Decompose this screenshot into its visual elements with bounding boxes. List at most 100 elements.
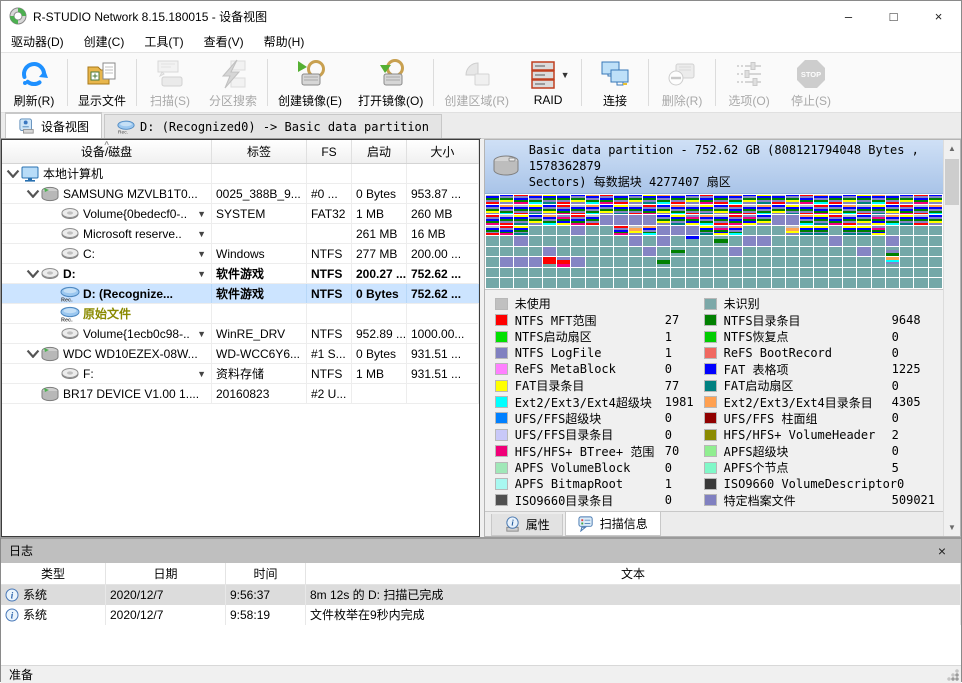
device-row-本地计算机[interactable]: 本地计算机 xyxy=(2,164,479,184)
scan-block xyxy=(500,257,513,266)
legend-label: HFS/HFS+ VolumeHeader xyxy=(724,428,892,442)
expander-chevron-icon[interactable] xyxy=(26,269,40,278)
legend-swatch xyxy=(495,412,508,424)
scan-block xyxy=(714,226,727,235)
log-column-header-2[interactable]: 时间 xyxy=(226,563,306,584)
resize-grip-icon[interactable] xyxy=(947,669,959,681)
column-header-4[interactable]: 大小 xyxy=(407,140,479,163)
view-tab-0[interactable]: 设备视图 xyxy=(5,112,102,138)
scrollbar-track[interactable] xyxy=(944,157,960,519)
device-row-D:[interactable]: D:▼软件游戏NTFS200.27 ...752.62 ... xyxy=(2,264,479,284)
device-row-BR17-DEVICE-V1.00-1....[interactable]: BR17 DEVICE V1.00 1....20160823#2 U... xyxy=(2,384,479,404)
scan-block xyxy=(843,278,856,287)
legend-count: 0 xyxy=(665,362,672,376)
toolbar-button-连接[interactable]: 连接 xyxy=(584,53,646,112)
scan-block xyxy=(886,195,899,204)
row-dropdown-icon[interactable]: ▼ xyxy=(197,329,206,339)
row-dropdown-icon[interactable]: ▼ xyxy=(197,229,206,239)
cell-size xyxy=(407,384,479,403)
cell-size xyxy=(407,164,479,183)
info-tab-1[interactable]: 扫描信息 xyxy=(565,512,661,536)
scan-block xyxy=(843,268,856,277)
row-dropdown-icon[interactable]: ▼ xyxy=(197,269,206,279)
log-close-icon[interactable]: × xyxy=(931,543,953,559)
legend-swatch xyxy=(495,494,508,506)
legend-label: UFS/FFS目录条目 xyxy=(515,426,665,443)
scan-block xyxy=(629,215,642,224)
cell-fs xyxy=(307,164,352,183)
expander-chevron-icon[interactable] xyxy=(6,169,20,178)
row-dropdown-icon[interactable]: ▼ xyxy=(197,249,206,259)
open-image-icon xyxy=(375,58,407,90)
scan-block xyxy=(629,257,642,266)
menu-item-3[interactable]: 查看(V) xyxy=(194,31,254,52)
log-column-header-0[interactable]: 类型 xyxy=(1,563,106,584)
scan-block xyxy=(929,278,942,287)
cell-start: 0 Bytes xyxy=(352,284,407,303)
scrollbar-thumb[interactable] xyxy=(945,159,959,205)
toolbar-button-显示文件[interactable]: 显示文件 xyxy=(70,53,134,112)
row-dropdown-icon[interactable]: ▼ xyxy=(197,209,206,219)
menu-item-0[interactable]: 驱动器(D) xyxy=(1,31,74,52)
cell-start xyxy=(352,384,407,403)
device-row-C:[interactable]: C:▼WindowsNTFS277 MB200.00 ... xyxy=(2,244,479,264)
column-header-0[interactable]: ∧设备/磁盘 xyxy=(2,140,212,163)
toolbar-button-刷新R[interactable]: 刷新(R) xyxy=(3,53,65,112)
legend-count: 0 xyxy=(892,346,899,360)
legend-count: 0 xyxy=(892,379,899,393)
maximize-button[interactable]: □ xyxy=(871,1,916,31)
info-tab-0[interactable]: i属性 xyxy=(491,514,563,536)
scan-block xyxy=(786,257,799,266)
device-row-SAMSUNG-MZVLB1T0...[interactable]: SAMSUNG MZVLB1T0...0025_388B_9...#0 ...0… xyxy=(2,184,479,204)
scan-block xyxy=(814,195,827,204)
log-date: 2020/12/7 xyxy=(106,585,226,605)
partition-icon xyxy=(60,246,80,262)
log-column-header-1[interactable]: 日期 xyxy=(106,563,226,584)
toolbar-button-创建镜像E[interactable]: 创建镜像(E) xyxy=(270,53,350,112)
menu-item-1[interactable]: 创建(C) xyxy=(74,31,135,52)
minimize-button[interactable]: – xyxy=(826,1,871,31)
column-header-3[interactable]: 启动 xyxy=(352,140,407,163)
device-row-Microsoft-reserve..[interactable]: Microsoft reserve..▼261 MB16 MB xyxy=(2,224,479,244)
device-row-Volume{0bedecf0-..[interactable]: Volume{0bedecf0-..▼SYSTEMFAT321 MB260 MB xyxy=(2,204,479,224)
device-row-F:[interactable]: F:▼资料存储NTFS1 MB931.51 ... xyxy=(2,364,479,384)
scan-block xyxy=(657,278,670,287)
device-row-Volume{1ecb0c98-..[interactable]: Volume{1ecb0c98-..▼WinRE_DRVNTFS952.89 .… xyxy=(2,324,479,344)
column-header-1[interactable]: 标签 xyxy=(212,140,307,163)
toolbar-button-label: 分区搜索 xyxy=(209,92,257,109)
scan-block xyxy=(872,226,885,235)
log-column-header-3[interactable]: 文本 xyxy=(306,563,961,584)
right-scrollbar[interactable]: ▲ ▼ xyxy=(943,140,960,536)
toolbar-button-删除R: 删除(R) xyxy=(651,53,713,112)
legend-item: FAT启动扇区0 xyxy=(704,378,935,394)
dropdown-arrow-icon[interactable]: ▼ xyxy=(561,70,570,80)
expander-chevron-icon[interactable] xyxy=(26,189,40,198)
legend-swatch xyxy=(704,331,717,343)
device-row-原始文件[interactable]: Rec.原始文件 xyxy=(2,304,479,324)
scan-block xyxy=(729,195,742,204)
menu-item-4[interactable]: 帮助(H) xyxy=(254,31,315,52)
scan-block xyxy=(714,257,727,266)
menu-item-2[interactable]: 工具(T) xyxy=(134,31,193,52)
expander-chevron-icon[interactable] xyxy=(26,349,40,358)
scan-block xyxy=(900,257,913,266)
scroll-down-icon[interactable]: ▼ xyxy=(944,519,960,536)
column-header-2[interactable]: FS xyxy=(307,140,352,163)
toolbar-button-停止S: STOP停止(S) xyxy=(780,53,842,112)
scan-block xyxy=(514,205,527,214)
device-name: C: xyxy=(83,247,95,261)
rec-icon: Rec. xyxy=(117,119,135,135)
device-row-D:-(Recognize...[interactable]: Rec.D: (Recognize...软件游戏NTFS0 Bytes752.6… xyxy=(2,284,479,304)
legend-swatch xyxy=(495,380,508,392)
toolbar-button-打开镜像O[interactable]: 打开镜像(O) xyxy=(350,53,431,112)
scan-block xyxy=(614,268,627,277)
log-row-0[interactable]: i系统2020/12/79:56:378m 12s 的 D: 扫描已完成 xyxy=(1,585,961,605)
view-tab-1[interactable]: Rec.D: (Recognized0) -> Basic data parti… xyxy=(104,114,442,138)
log-row-1[interactable]: i系统2020/12/79:58:19文件枚举在9秒内完成 xyxy=(1,605,961,625)
legend-swatch xyxy=(495,298,508,310)
scroll-up-icon[interactable]: ▲ xyxy=(944,140,960,157)
row-dropdown-icon[interactable]: ▼ xyxy=(197,369,206,379)
close-button[interactable]: × xyxy=(916,1,961,31)
device-row-WDC-WD10EZEX-08W...[interactable]: WDC WD10EZEX-08W...WD-WCC6Y6...#1 S...0 … xyxy=(2,344,479,364)
toolbar-button-RAID[interactable]: ▼RAID xyxy=(517,53,579,112)
